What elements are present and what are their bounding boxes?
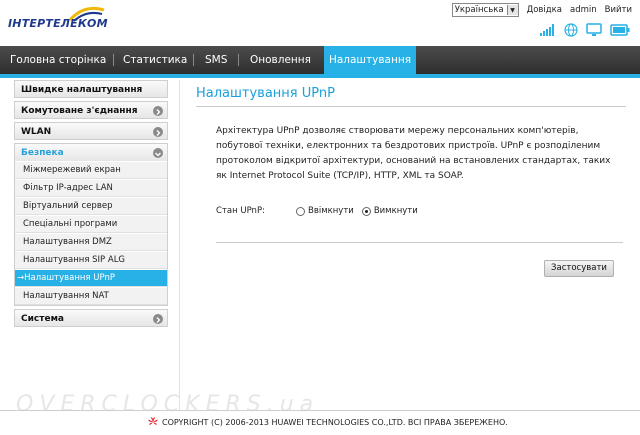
- monitor-icon: [586, 23, 602, 36]
- radio-unchecked-icon: [296, 206, 305, 216]
- sidebar: Швидке налаштування Комутоване з'єднання…: [14, 80, 168, 330]
- main-navigation: Головна сторінка Статистика SMS Оновленн…: [0, 46, 640, 78]
- nav-statistics[interactable]: Статистика: [123, 46, 187, 74]
- sidebar-item-wlan[interactable]: WLAN: [14, 122, 168, 140]
- collapse-icon: [153, 148, 163, 158]
- security-submenu: Міжмережевий екран Фільтр IP-адрес LAN В…: [14, 161, 168, 306]
- radio-label: Вимкнути: [373, 206, 418, 216]
- submenu-virtual-server[interactable]: Віртуальний сервер: [15, 197, 167, 215]
- nav-update[interactable]: Оновлення: [250, 46, 311, 74]
- signal-strength-icon: [540, 24, 554, 36]
- nav-sms[interactable]: SMS: [205, 46, 227, 74]
- footer: COPYRIGHT (C) 2006-2013 HUAWEI TECHNOLOG…: [0, 410, 640, 435]
- page-title: Налаштування UPnP: [196, 86, 626, 107]
- expand-icon: [153, 314, 163, 324]
- help-link[interactable]: Довідка: [527, 5, 562, 15]
- sidebar-item-label: Комутоване з'єднання: [21, 106, 138, 116]
- submenu-special-apps[interactable]: Спеціальні програми: [15, 215, 167, 233]
- user-name: admin: [570, 5, 597, 15]
- radio-label: Ввімкнути: [308, 206, 354, 216]
- battery-icon: [610, 24, 630, 36]
- status-icons: [540, 22, 630, 38]
- sidebar-item-system[interactable]: Система: [14, 309, 168, 327]
- sidebar-item-label: Система: [21, 314, 64, 324]
- submenu-dmz[interactable]: Налаштування DMZ: [15, 233, 167, 251]
- upnp-enable-radio[interactable]: Ввімкнути: [296, 206, 354, 216]
- logout-link[interactable]: Вийти: [605, 5, 632, 15]
- language-value: Українська: [454, 5, 504, 15]
- submenu-sip-alg[interactable]: Налаштування SIP ALG: [15, 251, 167, 269]
- radio-checked-icon: [361, 206, 371, 216]
- submenu-firewall[interactable]: Міжмережевий екран: [15, 161, 167, 179]
- copyright-text: COPYRIGHT (C) 2006-2013 HUAWEI TECHNOLOG…: [162, 417, 508, 427]
- sidebar-item-label: Безпека: [21, 148, 64, 158]
- submenu-nat[interactable]: Налаштування NAT: [15, 287, 167, 305]
- expand-icon: [153, 106, 163, 116]
- nav-separator: [193, 54, 194, 66]
- divider: [179, 80, 180, 410]
- top-bar: ІНТЕРТЕЛЕКОМ Українська ▼ Довідка admin …: [0, 0, 640, 44]
- submenu-upnp[interactable]: →Налаштування UPnP: [15, 269, 167, 287]
- sidebar-item-label: WLAN: [21, 127, 52, 137]
- language-select[interactable]: Українська ▼: [451, 3, 519, 17]
- nav-home[interactable]: Головна сторінка: [10, 46, 106, 74]
- globe-icon: [564, 23, 578, 37]
- upnp-status-row: Стан UPnP: Ввімкнути Вимкнути: [216, 206, 426, 216]
- upnp-description: Архітектура UPnP дозволяє створювати мер…: [216, 126, 611, 181]
- expand-icon: [153, 127, 163, 137]
- sidebar-item-security[interactable]: Безпека: [14, 143, 168, 161]
- sidebar-item-dialup[interactable]: Комутоване з'єднання: [14, 101, 168, 119]
- nav-settings[interactable]: Налаштування: [324, 46, 416, 74]
- main-content: Налаштування UPnP Архітектура UPnP дозво…: [196, 86, 626, 277]
- submenu-lan-ip-filter[interactable]: Фільтр IP-адрес LAN: [15, 179, 167, 197]
- chevron-down-icon: ▼: [506, 5, 518, 15]
- separator: [216, 242, 623, 243]
- upnp-status-label: Стан UPnP:: [216, 206, 265, 216]
- brand-logo: ІНТЕРТЕЛЕКОМ: [8, 6, 128, 38]
- upnp-disable-radio[interactable]: Вимкнути: [361, 206, 418, 216]
- nav-separator: [238, 54, 239, 66]
- top-links: Українська ▼ Довідка admin Вийти: [451, 3, 632, 17]
- logo-text: ІНТЕРТЕЛЕКОМ: [8, 17, 108, 30]
- apply-button[interactable]: Застосувати: [544, 260, 614, 277]
- sidebar-item-quick-setup[interactable]: Швидке налаштування: [14, 80, 168, 98]
- huawei-logo-icon: [148, 417, 158, 425]
- sidebar-item-label: Швидке налаштування: [21, 85, 143, 95]
- nav-separator: [113, 54, 114, 66]
